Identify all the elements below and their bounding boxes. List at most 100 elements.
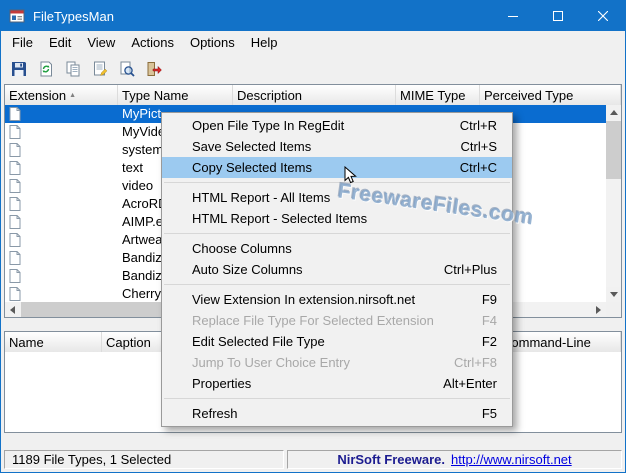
menu-item-edit-selected-file-type[interactable]: Edit Selected File Type F2 <box>162 331 512 352</box>
menu-item-label: Replace File Type For Selected Extension <box>192 313 434 328</box>
title-bar[interactable]: FileTypesMan <box>1 1 625 31</box>
minimize-button[interactable] <box>490 1 535 31</box>
menu-item-choose-columns[interactable]: Choose Columns <box>162 238 512 259</box>
menu-item-shortcut: F5 <box>481 406 497 421</box>
menubar-item-actions[interactable]: Actions <box>123 32 182 53</box>
scroll-left-button[interactable] <box>5 302 20 317</box>
properties-button[interactable] <box>89 58 111 80</box>
menu-item-jump-to-user-choice-entry: Jump To User Choice Entry Ctrl+F8 <box>162 352 512 373</box>
window-title: FileTypesMan <box>33 8 114 24</box>
refresh-button[interactable] <box>35 58 57 80</box>
menu-item-auto-size-columns[interactable]: Auto Size Columns Ctrl+Plus <box>162 259 512 280</box>
copy-icon <box>65 61 81 77</box>
file-icon <box>9 197 21 211</box>
menubar-item-edit[interactable]: Edit <box>41 32 79 53</box>
refresh-icon <box>38 61 54 77</box>
column-header-perceived-type[interactable]: Perceived Type <box>480 85 621 105</box>
menu-item-html-report-selected-items[interactable]: HTML Report - Selected Items <box>162 208 512 229</box>
menu-separator <box>164 398 510 399</box>
find-button[interactable] <box>116 58 138 80</box>
file-icon <box>9 143 21 157</box>
menu-item-shortcut: Ctrl+F8 <box>454 355 497 370</box>
maximize-button[interactable] <box>535 1 580 31</box>
file-icon <box>9 251 21 265</box>
menu-item-save-selected-items[interactable]: Save Selected Items Ctrl+S <box>162 136 512 157</box>
menu-separator <box>164 284 510 285</box>
vertical-scrollbar-thumb[interactable] <box>606 121 621 179</box>
save-button[interactable] <box>8 58 30 80</box>
context-menu: Open File Type In RegEdit Ctrl+R Save Sele… <box>161 112 513 427</box>
menu-item-copy-selected-items[interactable]: Copy Selected Items Ctrl+C <box>162 157 512 178</box>
nirsoft-brand-text: NirSoft Freeware. <box>337 452 445 467</box>
scroll-right-button[interactable] <box>591 302 606 317</box>
menu-item-open-file-type-in-regedit[interactable]: Open File Type In RegEdit Ctrl+R <box>162 115 512 136</box>
arrow-left-icon <box>10 305 15 314</box>
vertical-scrollbar[interactable] <box>606 105 621 302</box>
exit-button[interactable] <box>143 58 165 80</box>
arrow-up-icon <box>609 110 618 115</box>
sort-asc-icon: ▲ <box>69 91 77 99</box>
type-name-cell: Bandizi <box>122 250 165 265</box>
close-button[interactable] <box>580 1 625 31</box>
menu-item-replace-file-type-for-selected-extension: Replace File Type For Selected Extension… <box>162 310 512 331</box>
file-icon <box>9 125 21 139</box>
type-name-cell: text <box>122 160 143 175</box>
arrow-right-icon <box>596 305 601 314</box>
menu-item-label: HTML Report - All Items <box>192 190 331 205</box>
menu-item-shortcut: Ctrl+S <box>460 139 497 154</box>
bottom-column-header-label: Caption <box>106 334 151 350</box>
column-header-extension[interactable]: Extension ▲ <box>5 85 118 105</box>
maximize-icon <box>552 9 563 24</box>
status-count-text: 1189 File Types, 1 Selected <box>12 452 172 467</box>
type-name-cell: system <box>122 142 164 157</box>
copy-button[interactable] <box>62 58 84 80</box>
column-header-description[interactable]: Description <box>233 85 396 105</box>
app-window: FileTypesMan File Edit View Actions Options H… <box>0 0 626 473</box>
file-icon <box>9 161 21 175</box>
menubar-item-options[interactable]: Options <box>182 32 243 53</box>
status-cell-count: 1189 File Types, 1 Selected <box>4 450 284 469</box>
menu-item-view-extension-in-extension-nirsoft-net[interactable]: View Extension In extension.nirsoft.net F… <box>162 289 512 310</box>
menu-item-label: Copy Selected Items <box>192 160 312 175</box>
menubar-item-help[interactable]: Help <box>243 32 286 53</box>
minimize-icon <box>507 9 518 24</box>
scroll-down-button[interactable] <box>606 287 621 302</box>
menu-item-properties[interactable]: Properties Alt+Enter <box>162 373 512 394</box>
menu-bar: File Edit View Actions Options Help <box>1 31 625 54</box>
menu-item-shortcut: F9 <box>481 292 497 307</box>
menu-item-shortcut: Ctrl+Plus <box>443 262 497 277</box>
menu-separator <box>164 182 510 183</box>
column-header-label: Description <box>237 87 303 103</box>
menu-item-shortcut: F4 <box>481 313 497 328</box>
bottom-column-header-label: Name <box>9 334 44 350</box>
status-bar: 1189 File Types, 1 Selected NirSoft Free… <box>1 447 625 472</box>
menubar-item-file[interactable]: File <box>4 32 41 53</box>
menu-item-shortcut: Ctrl+C <box>459 160 497 175</box>
list-column-headers: Extension ▲ Type Name Description MIME Type P… <box>5 85 621 106</box>
menu-item-label: Choose Columns <box>192 241 292 256</box>
column-header-type-name[interactable]: Type Name <box>118 85 233 105</box>
type-name-cell: AIMP.e <box>122 214 163 229</box>
type-name-cell: video <box>122 178 154 193</box>
menu-item-shortcut: Alt+Enter <box>443 376 497 391</box>
column-header-mime-type[interactable]: MIME Type <box>396 85 480 105</box>
file-icon <box>9 215 21 229</box>
close-icon <box>597 9 608 24</box>
file-icon <box>9 269 21 283</box>
menubar-item-view[interactable]: View <box>79 32 123 53</box>
menu-item-html-report-all-items[interactable]: HTML Report - All Items <box>162 187 512 208</box>
bottom-column-header-command-line[interactable]: Command-Line <box>498 332 621 352</box>
file-icon <box>9 233 21 247</box>
scroll-up-button[interactable] <box>606 105 621 120</box>
toolbar <box>1 54 625 83</box>
menu-item-label: Open File Type In RegEdit <box>192 118 345 133</box>
menu-item-label: Refresh <box>192 406 238 421</box>
caption-buttons <box>490 1 625 31</box>
menu-item-refresh[interactable]: Refresh F5 <box>162 403 512 424</box>
column-header-label: MIME Type <box>400 87 466 103</box>
arrow-down-icon <box>609 292 618 297</box>
nirsoft-link[interactable]: http://www.nirsoft.net <box>451 452 572 467</box>
bottom-column-header-name[interactable]: Name <box>5 332 102 352</box>
column-header-label: Perceived Type <box>484 87 574 103</box>
file-icon <box>9 107 21 121</box>
